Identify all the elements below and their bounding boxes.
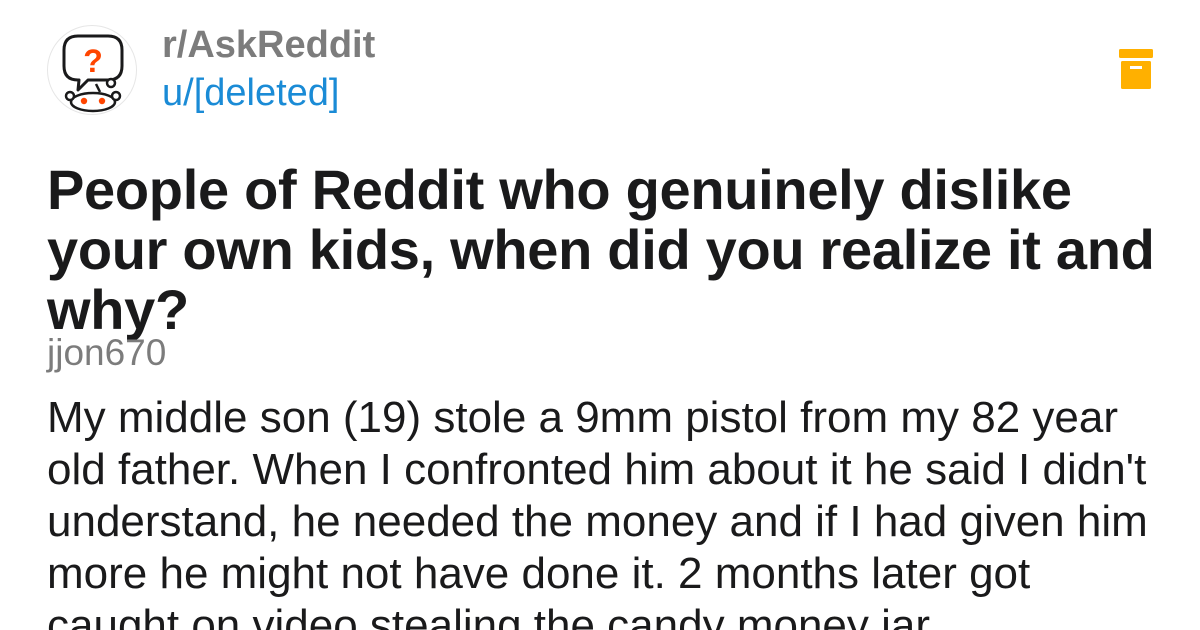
post-author-link[interactable]: u/[deleted] bbox=[162, 70, 339, 116]
archive-box-icon[interactable] bbox=[1119, 49, 1153, 89]
subreddit-avatar[interactable]: ? bbox=[47, 25, 137, 115]
subreddit-name[interactable]: r/AskReddit bbox=[162, 22, 375, 68]
post-title: People of Reddit who genuinely dislike y… bbox=[47, 158, 1155, 341]
askreddit-snoo-question-icon: ? bbox=[62, 34, 124, 113]
comment-body: My middle son (19) stole a 9mm pistol fr… bbox=[47, 393, 1148, 630]
comment-author[interactable]: jjon670 bbox=[47, 331, 166, 375]
post-card: ? r/AskReddit u/[deleted] People of Redd… bbox=[0, 0, 1200, 630]
svg-text:?: ? bbox=[83, 43, 103, 79]
